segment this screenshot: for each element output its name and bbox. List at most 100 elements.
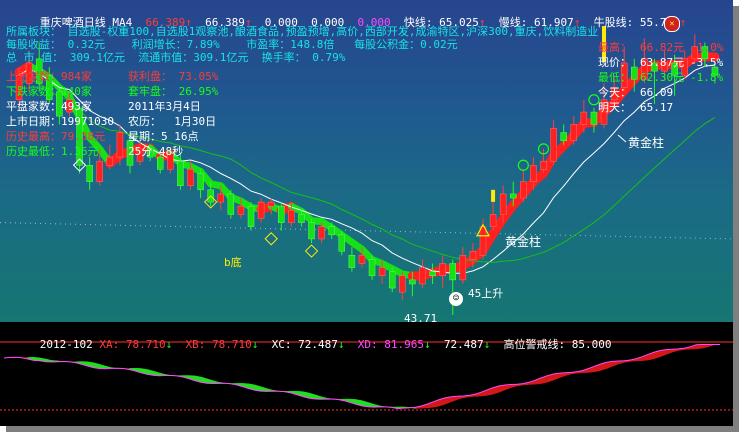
- rise-label: 45上升: [468, 287, 504, 300]
- current-date: 2011年3月4日: [128, 100, 201, 113]
- candle-body: [631, 66, 638, 80]
- candle-body: [298, 214, 305, 223]
- quote-high-label: 最高：: [598, 41, 631, 54]
- osc-value: 72.487: [443, 338, 484, 351]
- candle-body: [449, 263, 456, 281]
- down-count: 下跌家数：140家: [6, 85, 92, 98]
- candle-body: [469, 250, 477, 260]
- candle-body: [237, 205, 245, 215]
- candle-body: [368, 259, 376, 277]
- candle-body: [590, 111, 598, 125]
- close-icon[interactable]: ✕: [664, 16, 680, 32]
- alert-label: 高位警戒线:: [503, 338, 566, 351]
- bull-line-label: 牛股线:: [593, 16, 634, 29]
- candle-body: [358, 255, 366, 264]
- quote-high-value: 66.82元: [640, 41, 685, 54]
- alert-value: 85.000: [571, 338, 612, 351]
- xb-value: 78.710: [211, 338, 252, 351]
- candle-body: [116, 132, 124, 158]
- main-kline-panel[interactable]: 重庆啤酒日线 MA4 66.389↑ 66.389↑ 0.000 0.000 0…: [0, 0, 733, 325]
- candle-body: [540, 160, 547, 170]
- golden-pillar-bar: [491, 189, 496, 202]
- diamond-marker: [264, 232, 278, 246]
- smiley-icon: ☺: [449, 292, 463, 306]
- oscillator-header: 2012-102 XA: 78.710↓ XB: 78.710↓ XC: 72.…: [39, 338, 612, 351]
- xb-label: XB:: [185, 338, 206, 351]
- oscillator-band: [701, 344, 709, 349]
- main-header: 重庆啤酒日线 MA4 66.389↑ 66.389↑ 0.000 0.000 0…: [39, 16, 687, 29]
- candle-body: [187, 169, 194, 186]
- xd-label: XD:: [357, 338, 378, 351]
- candle-body: [247, 205, 255, 227]
- bottom-label: b底: [224, 256, 242, 269]
- eps-info: 每股收益： 0.32元 利润增长：7.89% 市盈率：148.8倍 每股公积金：…: [6, 38, 458, 51]
- candle-body: [570, 124, 578, 141]
- candle-body: [550, 128, 557, 162]
- quote-low-pct: -1.8%: [690, 71, 724, 84]
- quote-price-pct: -3.5%: [690, 56, 724, 69]
- quote-price-label: 现价：: [598, 56, 631, 69]
- candle-body: [348, 255, 356, 268]
- circle-marker: [517, 159, 529, 171]
- golden-pillar-label-2: 黄金柱: [628, 136, 665, 150]
- candle-body: [288, 210, 295, 223]
- candle-body: [489, 214, 497, 227]
- candle-body: [106, 156, 114, 166]
- candle-body: [96, 160, 103, 182]
- candle-body: [560, 132, 567, 141]
- quote-low-label: 最低：: [598, 71, 631, 84]
- lunar-date: 农历： 1月30日: [128, 115, 217, 128]
- candle-body: [308, 222, 315, 240]
- tomorrow-label: 明天：: [598, 101, 631, 114]
- candle-body: [156, 156, 164, 170]
- golden-pillar-label-1: 黄金柱: [505, 235, 542, 249]
- diamond-marker: [304, 244, 319, 258]
- xa-label: XA:: [99, 338, 120, 351]
- candle-body: [459, 255, 467, 281]
- candle-body: [197, 173, 204, 191]
- candle-body: [86, 165, 93, 182]
- candle-body: [520, 181, 527, 199]
- candle-body: [278, 205, 285, 223]
- today-value: 66.09: [640, 86, 674, 99]
- candle-body: [499, 193, 507, 215]
- history-low: 历史最低：1.36元: [6, 145, 99, 158]
- candle-body: [388, 271, 396, 289]
- xc-value: 72.487: [298, 338, 338, 351]
- candle-body: [530, 165, 537, 182]
- quote-high-pct: 1.0%: [697, 41, 724, 54]
- candle-body: [409, 279, 416, 285]
- candle-body: [257, 201, 265, 219]
- candle-body: [509, 193, 517, 199]
- oscillator-band: [99, 363, 106, 369]
- candle-body: [439, 263, 446, 277]
- candle-body: [378, 267, 386, 277]
- stock-chart-window: 重庆啤酒日线 MA4 66.389↑ 66.389↑ 0.000 0.000 0…: [0, 0, 733, 426]
- candle-body: [580, 111, 588, 125]
- xc-label: XC:: [271, 338, 292, 351]
- candle-body: [328, 226, 335, 236]
- pointer-arrow: [617, 134, 627, 143]
- sector-info: 所属板块： 自选股-权重100,自选股1观察池,酿酒食品,预盈预增,高价,西部开…: [6, 25, 599, 38]
- weekday-hour: 星期：5 16点: [128, 130, 199, 143]
- candle-body: [399, 275, 406, 293]
- profit-pan: 获利盘： 73.05%: [128, 70, 219, 83]
- xa-value: 78.710: [125, 338, 166, 351]
- trap-pan: 套牢盘： 26.95%: [128, 85, 219, 98]
- osc-period-tag: 2012-102: [39, 338, 93, 351]
- quote-low-value: 62.30元: [640, 71, 685, 84]
- up-count: 上涨家数：984家: [6, 70, 92, 83]
- candle-body: [227, 193, 235, 215]
- candle-body: [429, 271, 436, 277]
- list-date: 上市日期：19971030: [6, 115, 114, 128]
- candle-body: [419, 267, 426, 285]
- candle-body: [338, 234, 346, 252]
- xd-value: 81.965: [384, 338, 424, 351]
- candle-body: [177, 160, 184, 186]
- history-high: 历史最高：79.38元: [6, 130, 106, 143]
- market-cap-info: 总 市 值： 309.1亿元 流通市值：309.1亿元 换手率： 0.79%: [6, 51, 346, 64]
- flat-count: 平盘家数：493家: [6, 100, 92, 113]
- xd-line: [3, 344, 720, 410]
- quote-price-value: 63.87元: [640, 56, 685, 69]
- oscillator-panel[interactable]: 2012-102 XA: 78.710↓ XB: 78.710↓ XC: 72.…: [0, 322, 733, 426]
